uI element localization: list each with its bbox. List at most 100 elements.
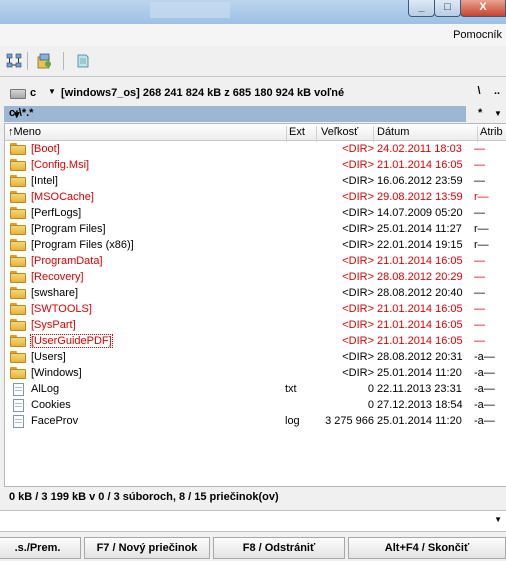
file-date: 21.01.2014 16:05 (377, 335, 463, 347)
folder-row[interactable]: [swshare] <DIR> 28.08.2012 20:40 — (5, 286, 506, 302)
file-name: [MSOCache] (31, 191, 94, 203)
file-size: <DIR> (342, 191, 374, 203)
column-divider[interactable] (316, 126, 317, 142)
folder-row[interactable]: [SWTOOLS] <DIR> 21.01.2014 16:05 — (5, 302, 506, 318)
chevron-down-icon[interactable]: ▼ (494, 515, 502, 524)
root-button[interactable]: \ (472, 85, 486, 101)
folder-row[interactable]: [Program Files (x86)] <DIR> 22.01.2014 19:… (5, 238, 506, 254)
minimize-button[interactable]: _ (408, 0, 435, 17)
folder-icon (10, 255, 26, 267)
file-size: <DIR> (342, 159, 374, 171)
file-date: 21.01.2014 16:05 (377, 319, 463, 331)
network-icon[interactable] (6, 53, 22, 69)
file-attr: -a— (474, 383, 495, 395)
path-dropdown-icon[interactable]: ▾ (14, 108, 20, 121)
file-attr: r— (474, 223, 489, 235)
file-attr: — (474, 319, 485, 331)
file-panel[interactable]: ↑Meno Ext Veľkosť Dátum Atrib [Boot] <DIR… (4, 123, 506, 487)
file-attr: — (474, 159, 485, 171)
folder-row[interactable]: [PerfLogs] <DIR> 14.07.2009 05:20 — (5, 206, 506, 222)
column-divider[interactable] (286, 126, 287, 142)
file-name: AlLog (31, 383, 60, 395)
file-attr: — (474, 335, 485, 347)
file-icon (13, 383, 24, 396)
file-size: <DIR> (342, 223, 374, 235)
current-path: c:\*.* (9, 107, 34, 119)
file-attr: — (474, 255, 485, 267)
chevron-down-icon[interactable]: ▼ (494, 109, 502, 118)
file-size: <DIR> (342, 303, 374, 315)
pack-icon[interactable] (36, 53, 52, 69)
file-attr: — (474, 143, 485, 155)
file-name: [Recovery] (31, 271, 84, 283)
file-size: <DIR> (342, 335, 374, 347)
sort-date-column[interactable]: Dátum (377, 126, 409, 138)
file-name: FaceProv (31, 415, 79, 427)
file-row[interactable]: AlLog txt 0 22.11.2013 23:31 -a— (5, 382, 506, 398)
file-size: <DIR> (342, 255, 374, 267)
file-name: [SWTOOLS] (31, 303, 92, 315)
file-date: 27.12.2013 18:54 (377, 399, 463, 411)
folder-row[interactable]: [Boot] <DIR> 24.02.2011 18:03 — (5, 142, 506, 158)
toolbar (0, 46, 506, 77)
folder-row[interactable]: [Users] <DIR> 28.08.2012 20:31 -a— (5, 350, 506, 366)
folder-row[interactable]: [Config.Msi] <DIR> 21.01.2014 16:05 — (5, 158, 506, 174)
drive-selector[interactable]: c ▼ (8, 85, 56, 102)
alt-f4-exit-button[interactable]: Alt+F4 / Skončiť (348, 537, 506, 559)
folder-row[interactable]: [Recovery] <DIR> 28.08.2012 20:29 — (5, 270, 506, 286)
file-date: 21.01.2014 16:05 (377, 159, 463, 171)
file-icon (13, 399, 24, 412)
maximize-button[interactable]: □ (434, 0, 461, 17)
file-attr: — (474, 303, 485, 315)
command-line[interactable]: ▼ (0, 510, 506, 532)
file-date: 28.08.2012 20:40 (377, 287, 463, 299)
menu-help[interactable]: Pomocník (453, 29, 502, 41)
file-date: 16.06.2012 23:59 (377, 175, 463, 187)
file-size: 0 (367, 399, 374, 411)
f7-new-folder-button[interactable]: F7 / Nový priečinok (84, 537, 210, 559)
file-name: [Intel] (31, 175, 58, 187)
folder-icon (10, 207, 26, 219)
column-divider[interactable] (373, 126, 374, 142)
file-name: Cookies (31, 399, 71, 411)
folder-row[interactable]: [UserGuidePDF] <DIR> 21.01.2014 16:05 — (5, 334, 506, 350)
file-name: [Boot] (31, 143, 60, 155)
function-key-bar: .s./Prem. F7 / Nový priečinok F8 / Odstr… (0, 532, 506, 561)
toolbar-separator (63, 52, 64, 70)
filter-box[interactable]: * ▼ (472, 106, 506, 122)
folder-row[interactable]: [Windows] <DIR> 25.01.2014 11:20 -a— (5, 366, 506, 382)
file-name: [Windows] (31, 367, 82, 379)
sort-ext-column[interactable]: Ext (289, 126, 305, 138)
column-divider[interactable] (477, 126, 478, 142)
folder-icon (10, 367, 26, 379)
file-row[interactable]: FaceProv log 3 275 966 25.01.2014 11:20 -a— (5, 414, 506, 430)
folder-row[interactable]: [ProgramData] <DIR> 21.01.2014 16:05 — (5, 254, 506, 270)
menu-bar: Pomocník (0, 24, 506, 47)
status-text: 0 kB / 3 199 kB v 0 / 3 súboroch, 8 / 15… (9, 491, 279, 503)
sort-attr-column[interactable]: Atrib (480, 126, 503, 138)
file-attr: — (474, 271, 485, 283)
sort-name-column[interactable]: ↑Meno (8, 126, 41, 138)
folder-icon (10, 175, 26, 187)
file-date: 21.01.2014 16:05 (377, 255, 463, 267)
folder-icon (10, 287, 26, 299)
folder-row[interactable]: [MSOCache] <DIR> 29.08.2012 13:59 r— (5, 190, 506, 206)
notepad-icon[interactable] (75, 53, 91, 69)
file-date: 25.01.2014 11:27 (377, 223, 462, 235)
toolbar-separator (27, 52, 28, 70)
file-row[interactable]: Cookies 0 27.12.2013 18:54 -a— (5, 398, 506, 414)
file-attr: — (474, 207, 485, 219)
up-button[interactable]: .. (490, 85, 504, 101)
close-button[interactable]: X (460, 0, 506, 17)
folder-row[interactable]: [Program Files] <DIR> 25.01.2014 11:27 r— (5, 222, 506, 238)
title-bar: _ □ X (0, 0, 506, 24)
f8-delete-button[interactable]: F8 / Odstrániť (213, 537, 345, 559)
file-size: <DIR> (342, 319, 374, 331)
file-name: [Program Files (x86)] (31, 239, 134, 251)
folder-row[interactable]: [Intel] <DIR> 16.06.2012 23:59 — (5, 174, 506, 190)
folder-row[interactable]: [SysPart] <DIR> 21.01.2014 16:05 — (5, 318, 506, 334)
sort-size-column[interactable]: Veľkosť (321, 126, 358, 138)
f6-move-button[interactable]: .s./Prem. (0, 537, 81, 559)
path-bar[interactable]: ▾ c:\*.* (4, 106, 466, 122)
drive-info: [windows7_os] 268 241 824 kB z 685 180 9… (61, 87, 345, 99)
